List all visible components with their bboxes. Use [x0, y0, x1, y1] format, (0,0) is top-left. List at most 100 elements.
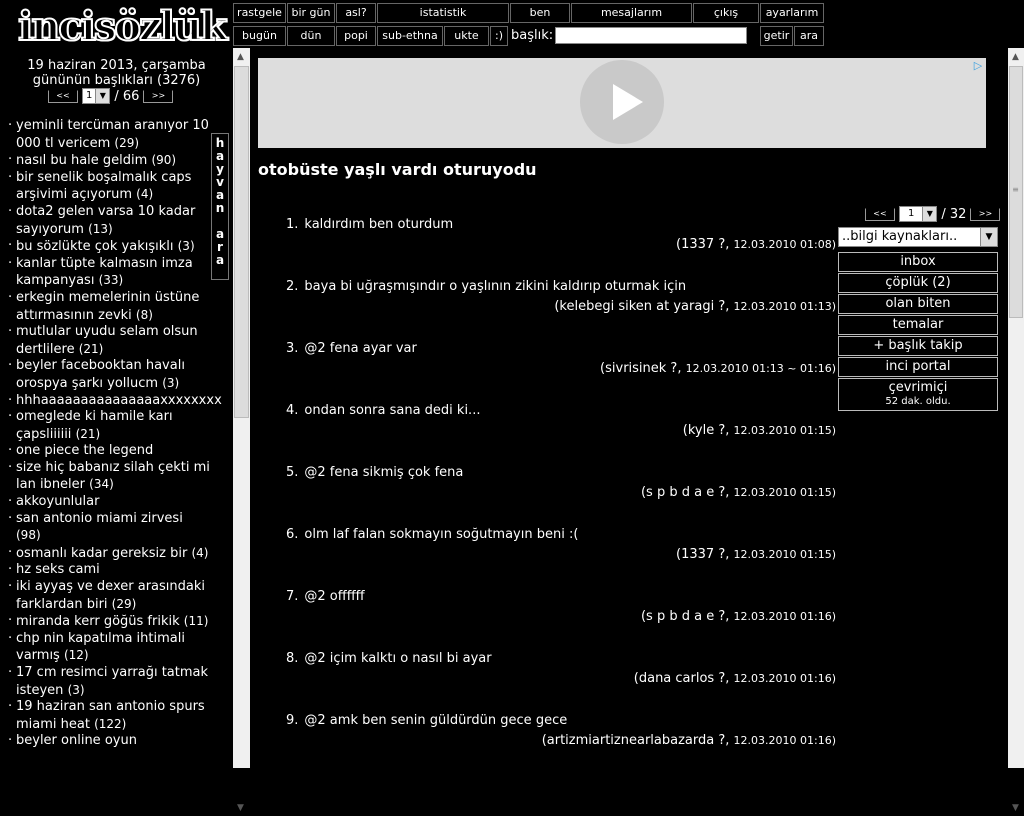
topic-item[interactable]: beyler facebooktan havalı orospya şarkı … — [0, 358, 210, 392]
next-page-button[interactable]: >> — [970, 207, 1001, 221]
entry-timestamp[interactable]: 12.03.2010 01:16) — [734, 672, 836, 685]
prev-page-button[interactable]: << — [865, 207, 895, 221]
topic-link[interactable]: chp nin kapatılma ihtimali varmış — [16, 631, 185, 664]
topic-link[interactable]: hz seks cami — [16, 562, 100, 577]
nav-popi[interactable]: popi — [336, 26, 376, 46]
entry-timestamp[interactable]: 12.03.2010 01:15) — [734, 548, 836, 561]
topic-item[interactable]: yeminli tercüman aranıyor 10 000 tl veri… — [0, 118, 210, 152]
topic-link[interactable]: 17 cm resimci yarrağı tatmak isteyen — [16, 665, 208, 698]
left-scrollbar[interactable]: ▲ ▼ — [233, 48, 250, 813]
topic-link[interactable]: one piece the legend — [16, 443, 153, 458]
topic-item[interactable]: beyler online oyun — [0, 733, 210, 750]
nav-mesajlarim[interactable]: mesajlarım — [571, 3, 692, 23]
entry-timestamp[interactable]: 12.03.2010 01:08) — [734, 238, 836, 251]
topic-item[interactable]: osmanlı kadar gereksiz bir (4) — [0, 545, 210, 563]
nav-ben[interactable]: ben — [510, 3, 570, 23]
scroll-up-icon[interactable]: ▲ — [1008, 50, 1023, 65]
topic-item[interactable]: omeglede ki hamile karı çapsliiiiii (21) — [0, 409, 210, 443]
entry-author[interactable]: (kyle ?, — [683, 423, 730, 438]
main-scrollbar[interactable]: ▲ ≡ ▼ — [1008, 48, 1024, 813]
topic-item[interactable]: miranda kerr göğüs frikik (11) — [0, 613, 210, 631]
menu-button[interactable]: çöplük (2) — [838, 273, 998, 293]
topic-item[interactable]: mutlular uyudu selam olsun dertlilere (2… — [0, 324, 210, 358]
topic-item[interactable]: 19 haziran san antonio spurs miami heat … — [0, 699, 210, 733]
topic-link[interactable]: hhhaaaaaaaaaaaaaaaxxxxxxxx — [16, 393, 222, 408]
menu-button[interactable]: + başlık takip — [838, 336, 998, 356]
play-icon[interactable] — [580, 60, 664, 144]
topic-item[interactable]: erkegin memelerinin üstüne attırmasının … — [0, 290, 210, 324]
entry-timestamp[interactable]: 12.03.2010 01:15) — [734, 424, 836, 437]
site-logo[interactable]: incisözlük — [17, 3, 229, 52]
topic-title[interactable]: otobüste yaşlı vardı oturuyodu — [258, 160, 537, 179]
entry-timestamp[interactable]: 12.03.2010 01:16) — [734, 734, 836, 747]
nav-rastgele[interactable]: rastgele — [233, 3, 286, 23]
scroll-down-icon[interactable]: ▼ — [233, 801, 248, 816]
menu-button[interactable]: olan biten — [838, 294, 998, 314]
entry-timestamp[interactable]: 12.03.2010 01:13 ~ 01:16) — [686, 362, 836, 375]
nav-smiley[interactable]: :) — [490, 26, 508, 46]
entry-timestamp[interactable]: 12.03.2010 01:16) — [734, 610, 836, 623]
entry-author[interactable]: (sivrisinek ?, — [600, 361, 681, 376]
menu-button[interactable]: inbox — [838, 252, 998, 272]
topic-item[interactable]: one piece the legend — [0, 443, 210, 460]
topic-link[interactable]: beyler online oyun — [16, 733, 137, 748]
nav-istatistik[interactable]: istatistik — [377, 3, 509, 23]
nav-bir-gun[interactable]: bir gün — [287, 3, 335, 23]
page-select[interactable]: 1 ▼ — [899, 206, 938, 222]
nav-bugun[interactable]: bugün — [233, 26, 286, 46]
adchoices-icon[interactable]: ▷ — [972, 60, 984, 72]
topic-item[interactable]: chp nin kapatılma ihtimali varmış (12) — [0, 631, 210, 665]
topic-item[interactable]: hz seks cami — [0, 562, 210, 579]
topic-link[interactable]: bir senelik boşalmalık caps arşivimi açı… — [16, 170, 191, 203]
topic-item[interactable]: san antonio miami zirvesi (98) — [0, 511, 210, 545]
topic-item[interactable]: dota2 gelen varsa 10 kadar sayıyorum (13… — [0, 204, 210, 238]
scroll-up-icon[interactable]: ▲ — [233, 50, 248, 65]
topic-item[interactable]: hhhaaaaaaaaaaaaaaaxxxxxxxx — [0, 393, 222, 410]
entry-author[interactable]: (s p b d a e ?, — [641, 485, 729, 500]
entry-timestamp[interactable]: 12.03.2010 01:13) — [734, 300, 836, 313]
topic-link[interactable]: san antonio miami zirvesi — [16, 511, 183, 526]
topic-link[interactable]: iki ayyaş ve dexer arasındaki farklardan… — [16, 579, 205, 612]
entry-author[interactable]: (s p b d a e ?, — [641, 609, 729, 624]
topic-link[interactable]: osmanlı kadar gereksiz bir — [16, 546, 187, 561]
menu-button[interactable]: çevrimiçi 52 dak. oldu. — [838, 378, 998, 411]
next-page-button[interactable]: >> — [143, 89, 174, 103]
entry-author[interactable]: (1337 ?, — [676, 237, 729, 252]
hayvan-ara-tab[interactable]: hayvan ara — [211, 133, 229, 280]
topic-item[interactable]: bir senelik boşalmalık caps arşivimi açı… — [0, 170, 210, 204]
nav-sub-ethna[interactable]: sub-ethna — [377, 26, 443, 46]
topic-link[interactable]: miranda kerr göğüs frikik — [16, 614, 180, 629]
entry-timestamp[interactable]: 12.03.2010 01:15) — [734, 486, 836, 499]
nav-asl[interactable]: asl? — [336, 3, 376, 23]
topic-item[interactable]: iki ayyaş ve dexer arasındaki farklardan… — [0, 579, 210, 613]
topic-link[interactable]: beyler facebooktan havalı orospya şarkı … — [16, 358, 185, 391]
topic-item[interactable]: bu sözlükte çok yakışıklı (3) — [0, 238, 210, 256]
getir-button[interactable]: getir — [760, 26, 793, 46]
topic-link[interactable]: erkegin memelerinin üstüne attırmasının … — [16, 290, 199, 323]
nav-ayarlarim[interactable]: ayarlarım — [760, 3, 824, 23]
ad-banner[interactable]: ▷ — [258, 58, 986, 148]
topic-item[interactable]: nasıl bu hale geldim (90) — [0, 152, 210, 170]
nav-dun[interactable]: dün — [287, 26, 335, 46]
scrollbar-thumb[interactable] — [234, 66, 249, 418]
nav-cikis[interactable]: çıkış — [693, 3, 759, 23]
nav-ukte[interactable]: ukte — [444, 26, 489, 46]
entry-author[interactable]: (artizmiartiznearlabazarda ?, — [542, 733, 730, 748]
ara-button[interactable]: ara — [794, 26, 824, 46]
entry-author[interactable]: (1337 ?, — [676, 547, 729, 562]
baslik-search-input[interactable] — [555, 27, 747, 44]
menu-button[interactable]: temalar — [838, 315, 998, 335]
topic-item[interactable]: akkoyunlular — [0, 494, 210, 511]
topic-link[interactable]: nasıl bu hale geldim — [16, 153, 147, 168]
topic-link[interactable]: bu sözlükte çok yakışıklı — [16, 239, 173, 254]
menu-button[interactable]: inci portal — [838, 357, 998, 377]
prev-page-button[interactable]: << — [48, 89, 78, 103]
sources-select[interactable]: ..bilgi kaynakları.. ▼ — [838, 227, 998, 247]
scroll-down-icon[interactable]: ▼ — [1008, 801, 1023, 816]
entry-author[interactable]: (kelebegi siken at yaragi ?, — [554, 299, 729, 314]
topic-item[interactable]: size hiç babanız silah çekti mi lan ibne… — [0, 460, 210, 494]
page-select[interactable]: 1 ▼ — [82, 88, 111, 104]
entry-author[interactable]: (dana carlos ?, — [634, 671, 730, 686]
topic-link[interactable]: akkoyunlular — [16, 494, 99, 509]
topic-link[interactable]: yeminli tercüman aranıyor 10 000 tl veri… — [16, 118, 209, 151]
